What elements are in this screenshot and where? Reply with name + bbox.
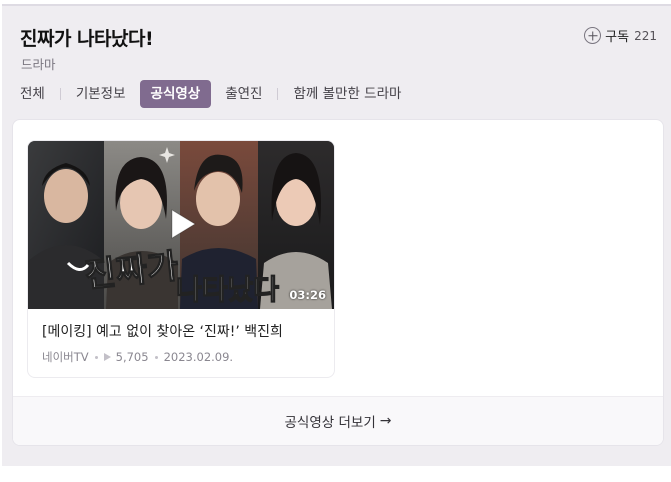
subscribe-label: 구독 <box>605 30 630 45</box>
video-thumbnail[interactable]: 진짜가 나타났다 03:26 <box>28 141 334 309</box>
video-date: 2023.02.09. <box>163 350 234 364</box>
video-source: 네이버TV <box>42 350 89 364</box>
meta-dot <box>94 355 98 359</box>
more-videos-label: 공식영상 더보기 <box>284 415 376 431</box>
tab-basic-info[interactable]: 기본정보 <box>76 80 126 108</box>
more-videos-button[interactable]: 공식영상 더보기 → <box>13 396 663 445</box>
tab-official-videos[interactable]: 공식영상 <box>139 80 212 108</box>
tab-divider <box>59 88 61 100</box>
tab-bar: 전체 기본정보 공식영상 출연진 함께 볼만한 드라마 <box>20 80 401 108</box>
tab-similar-dramas[interactable]: 함께 볼만한 드라마 <box>293 80 401 108</box>
drama-panel: 진짜가 나타났다! 드라마 구독 221 전체 기본정보 공식영상 출연진 함께… <box>2 4 671 466</box>
plus-circle-icon <box>584 27 602 44</box>
tab-all[interactable]: 전체 <box>20 80 45 108</box>
thumbnail-title-line2: 나타났다 <box>176 273 279 306</box>
arrow-right-icon: → <box>379 413 392 429</box>
views-play-icon <box>103 353 111 361</box>
video-card[interactable]: 진짜가 나타났다 03:26 [메이킹] 예고 없이 찾아온 ‘진짜!’ 백진희… <box>27 140 335 378</box>
tab-cast[interactable]: 출연진 <box>225 80 262 108</box>
video-section: 진짜가 나타났다 03:26 [메이킹] 예고 없이 찾아온 ‘진짜!’ 백진희… <box>12 119 664 446</box>
meta-dot <box>154 355 158 359</box>
video-meta: 네이버TV 5,705 2023.02.09. <box>42 349 233 365</box>
genre-label: 드라마 <box>21 57 56 72</box>
subscribe-button[interactable]: 구독 221 <box>584 26 657 45</box>
video-duration: 03:26 <box>289 288 326 302</box>
video-views: 5,705 <box>115 350 149 364</box>
subscriber-count: 221 <box>634 28 657 43</box>
video-title[interactable]: [메이킹] 예고 없이 찾아온 ‘진짜!’ 백진희 <box>42 321 322 341</box>
tab-divider <box>277 88 279 100</box>
play-icon <box>171 209 196 239</box>
page-title[interactable]: 진짜가 나타났다! <box>20 24 154 51</box>
